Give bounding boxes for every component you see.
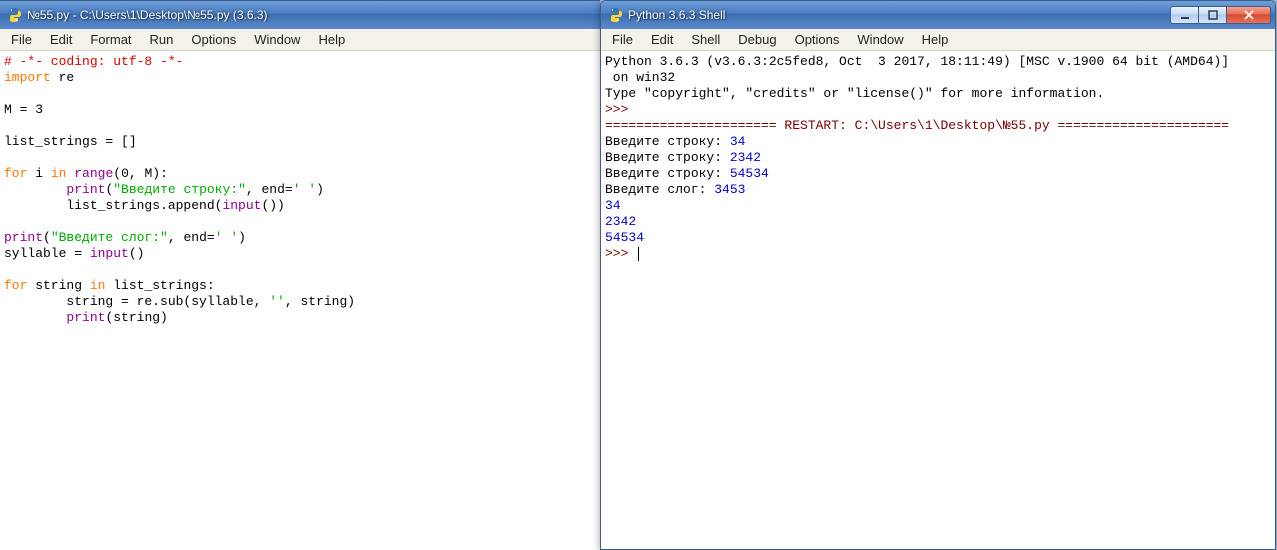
code-token: list_strings = [] [4,134,137,149]
menu-help[interactable]: Help [913,30,958,49]
code-token: ( [113,166,121,181]
window-controls [1171,6,1271,24]
code-token: Введите слог: [605,182,714,197]
code-token: Введите строку: [605,134,730,149]
shell-titlebar[interactable]: Python 3.6.3 Shell [601,1,1275,29]
editor-menubar: FileEditFormatRunOptionsWindowHelp [0,29,600,51]
code-token: print [4,230,43,245]
menu-help[interactable]: Help [309,30,354,49]
code-token: list_strings.append( [4,198,222,213]
code-token: "Введите слог:" [51,230,168,245]
code-token: Введите строку: [605,166,730,181]
editor-titlebar[interactable]: №55.py - C:\Users\1\Desktop\№55.py (3.6.… [0,1,600,29]
code-token: '' [269,294,285,309]
code-token: , string) [285,294,355,309]
code-token: syllable = [4,246,90,261]
code-token: re [51,70,74,85]
code-token: Введите строку: [605,150,730,165]
code-token: 34 [605,198,621,213]
menu-options[interactable]: Options [182,30,245,49]
minimize-button[interactable] [1170,6,1199,24]
menu-file[interactable]: File [603,30,642,49]
code-token [4,182,66,197]
menu-options[interactable]: Options [786,30,849,49]
shell-menubar: FileEditShellDebugOptionsWindowHelp [601,29,1275,51]
editor-content[interactable]: # -*- coding: utf-8 -*- import re M = 3 … [0,51,600,550]
minimize-icon [1180,10,1190,20]
editor-title: №55.py - C:\Users\1\Desktop\№55.py (3.6.… [27,8,596,22]
code-token: ====================== RESTART: C:\Users… [605,118,1229,133]
code-token: ()) [261,198,284,213]
shell-title: Python 3.6.3 Shell [628,8,1171,22]
code-token: () [129,246,145,261]
code-token: Python 3.6.3 (v3.6.3:2c5fed8, Oct 3 2017… [605,54,1229,69]
code-token: i [27,166,50,181]
code-token: (string) [105,310,167,325]
code-token: 34 [730,134,746,149]
code-token: on win32 [605,70,675,85]
code-token: 54534 [605,230,644,245]
code-token: print [66,310,105,325]
maximize-icon [1208,10,1218,20]
code-token: 3453 [714,182,745,197]
menu-edit[interactable]: Edit [41,30,81,49]
menu-edit[interactable]: Edit [642,30,682,49]
code-token: ) [238,230,246,245]
menu-shell[interactable]: Shell [682,30,729,49]
maximize-button[interactable] [1198,6,1227,24]
code-token: 0 [121,166,129,181]
code-token: ) [316,182,324,197]
code-token: , end= [246,182,293,197]
desktop: №55.py - C:\Users\1\Desktop\№55.py (3.6.… [0,0,1277,550]
code-token: , M): [129,166,168,181]
close-button[interactable] [1226,6,1271,24]
text-cursor [638,247,639,261]
code-token: "Введите строку:" [113,182,246,197]
menu-window[interactable]: Window [245,30,309,49]
menu-debug[interactable]: Debug [729,30,785,49]
code-token: ' ' [215,230,238,245]
editor-window: №55.py - C:\Users\1\Desktop\№55.py (3.6.… [0,0,600,550]
code-token: , end= [168,230,215,245]
code-token: 3 [35,102,43,117]
code-token: >>> [605,102,636,117]
code-token: 2342 [730,150,761,165]
python-icon [607,7,623,23]
code-token: Type "copyright", "credits" or "license(… [605,86,1104,101]
code-token: print [66,182,105,197]
code-token: string = re.sub(syllable, [4,294,269,309]
code-token: import [4,70,51,85]
menu-run[interactable]: Run [141,30,183,49]
shell-content[interactable]: Python 3.6.3 (v3.6.3:2c5fed8, Oct 3 2017… [601,51,1275,549]
code-token: range [74,166,113,181]
code-token: ' ' [293,182,316,197]
menu-window[interactable]: Window [848,30,912,49]
code-token [4,310,66,325]
menu-format[interactable]: Format [81,30,140,49]
code-token: for [4,166,27,181]
code-token: input [222,198,261,213]
code-token: for [4,278,27,293]
shell-output[interactable]: Python 3.6.3 (v3.6.3:2c5fed8, Oct 3 2017… [601,52,1275,264]
code-token: ( [43,230,51,245]
menu-file[interactable]: File [2,30,41,49]
editor-code[interactable]: # -*- coding: utf-8 -*- import re M = 3 … [0,52,600,328]
code-token: # -*- coding: utf-8 -*- [4,54,183,69]
code-token: in [90,278,106,293]
code-token: list_strings: [105,278,214,293]
shell-window: Python 3.6.3 Shell FileEditShellDebugOpt… [600,0,1276,550]
code-token: >>> [605,246,636,261]
code-token: string [27,278,89,293]
code-token: in [51,166,67,181]
code-token: input [90,246,129,261]
code-token: 54534 [730,166,769,181]
code-token: 2342 [605,214,636,229]
close-icon [1243,10,1255,20]
python-icon [6,7,22,23]
code-token: M = [4,102,35,117]
